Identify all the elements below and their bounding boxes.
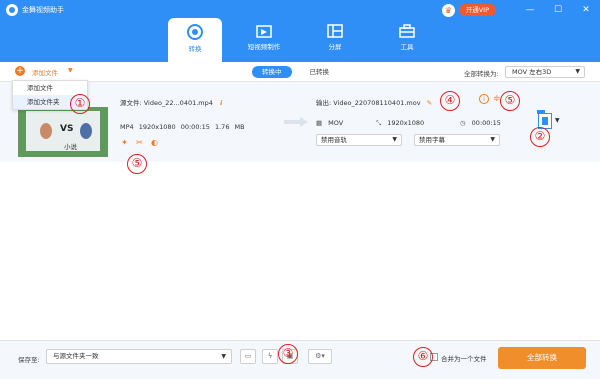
convert-icon bbox=[187, 24, 203, 40]
edit-icon[interactable]: ✎ bbox=[427, 99, 432, 107]
subtitle-value: 禁用字幕 bbox=[419, 136, 445, 144]
thumbnail-text: VS bbox=[60, 124, 74, 134]
app-logo bbox=[6, 4, 18, 16]
output-format-meta: ▦ MOV bbox=[316, 119, 343, 127]
tab-converting[interactable]: 转换中 bbox=[252, 66, 292, 78]
chevron-down-icon: ▼ bbox=[575, 68, 580, 75]
output-info-icon[interactable]: i bbox=[479, 94, 489, 104]
output-format: MOV bbox=[328, 119, 344, 127]
merge-label: 合并为一个文件 bbox=[441, 355, 487, 363]
add-file-icon[interactable]: + bbox=[15, 66, 25, 76]
title-bar: 金舞视频助手 ♛ 开通VIP — ☐ ✕ 转换 短视频制作 分屏 工具 bbox=[0, 0, 600, 62]
tab-label: 分屏 bbox=[328, 43, 342, 51]
annotation-marker: ④ bbox=[440, 91, 460, 111]
source-label: 源文件: Video_22...0401.mp4 bbox=[120, 99, 213, 107]
output-file-name: 输出: Video_220708110401.mov ✎ bbox=[316, 97, 432, 107]
output-resolution-meta: ⤡ 1920x1080 bbox=[376, 119, 424, 128]
tab-label: 工具 bbox=[400, 43, 414, 51]
figure-left-icon bbox=[40, 123, 52, 139]
chevron-down-icon[interactable]: ▼ bbox=[68, 67, 73, 74]
output-duration: 00:00:15 bbox=[471, 119, 501, 127]
video-clip-icon bbox=[256, 25, 272, 38]
crown-icon[interactable]: ♛ bbox=[441, 3, 455, 17]
folder-icon[interactable]: ▭ bbox=[240, 349, 256, 364]
maximize-button[interactable]: ☐ bbox=[544, 2, 572, 18]
video-thumbnail[interactable]: VS 小说 bbox=[18, 107, 108, 157]
output-label: 输出: Video_220708110401.mov bbox=[316, 99, 421, 107]
thumbnail-subtext: 小说 bbox=[64, 143, 77, 151]
tab-convert[interactable]: 转换 bbox=[168, 18, 222, 62]
effects-icon[interactable]: ✦ bbox=[120, 138, 129, 147]
output-format-select[interactable]: MOV 左右3D ▼ bbox=[505, 66, 585, 78]
annotation-marker: ⑥ bbox=[413, 347, 433, 367]
tab-short-video[interactable]: 短视频制作 bbox=[232, 18, 296, 62]
film-icon: ▦ bbox=[316, 119, 323, 127]
status-segment: 转换中 已转换 bbox=[252, 66, 339, 78]
tab-split-screen[interactable]: 分屏 bbox=[300, 18, 370, 62]
chevron-down-icon: ▼ bbox=[490, 136, 495, 143]
annotation-marker: ① bbox=[70, 94, 90, 114]
subtitle-select[interactable]: 禁用字幕 ▼ bbox=[414, 134, 500, 146]
clock-icon: ◷ bbox=[460, 119, 466, 127]
chevron-down-icon: ▼ bbox=[221, 353, 226, 360]
bottom-bar: 保存至: 与源文件夹一致 ▼ ▭ ϟ ▣ ⚙▾ 合并为一个文件 全部转换 bbox=[0, 340, 600, 379]
annotation-marker: ⑤ bbox=[500, 91, 520, 111]
app-title: 金舞视频助手 bbox=[22, 6, 64, 14]
annotation-marker: ⑤ bbox=[127, 154, 147, 174]
scissors-icon[interactable]: ✂ bbox=[135, 138, 144, 147]
annotation-marker: ③ bbox=[278, 344, 298, 364]
source-meta: MP4 1920x1080 00:00:15 1.76 MB bbox=[120, 123, 245, 131]
edit-tools: ✦ ✂ ◐ bbox=[120, 138, 159, 147]
figure-right-icon bbox=[80, 123, 92, 139]
add-file-button[interactable]: 添加文件 bbox=[32, 67, 58, 77]
palette-icon[interactable]: ◐ bbox=[150, 138, 159, 147]
thumbnail-screen: VS 小说 bbox=[26, 111, 100, 151]
save-to-select[interactable]: 与源文件夹一致 ▼ bbox=[46, 349, 232, 364]
source-file-name: 源文件: Video_22...0401.mp4 i bbox=[120, 97, 222, 107]
menu-item-add-file[interactable]: 添加文件 bbox=[13, 81, 87, 95]
convert-all-to-label: 全部转换为: bbox=[464, 70, 499, 78]
save-to-value: 与源文件夹一致 bbox=[53, 352, 99, 360]
resolution-icon: ⤡ bbox=[376, 119, 382, 127]
tab-tools[interactable]: 工具 bbox=[372, 18, 442, 62]
chevron-down-icon: ▼ bbox=[392, 136, 397, 143]
split-screen-icon bbox=[327, 24, 343, 38]
vip-button[interactable]: 开通VIP bbox=[458, 4, 496, 16]
tab-label: 转换 bbox=[188, 45, 202, 53]
chevron-down-icon[interactable]: ▼ bbox=[555, 117, 560, 124]
audio-track-value: 禁用音轨 bbox=[321, 136, 347, 144]
gpu-off-icon[interactable]: ϟ bbox=[262, 349, 278, 364]
save-to-label: 保存至: bbox=[18, 356, 40, 364]
audio-track-select[interactable]: 禁用音轨 ▼ bbox=[316, 134, 402, 146]
toolbox-icon bbox=[399, 24, 415, 38]
arrow-right-icon bbox=[284, 117, 308, 127]
info-icon[interactable]: i bbox=[220, 99, 222, 107]
tab-converted[interactable]: 已转换 bbox=[300, 66, 340, 78]
output-resolution: 1920x1080 bbox=[387, 119, 425, 127]
format-value: MOV 左右3D bbox=[512, 68, 552, 76]
toolbar: + 添加文件 ▼ 转换中 已转换 全部转换为: MOV 左右3D ▼ bbox=[0, 62, 600, 82]
minimize-button[interactable]: — bbox=[516, 2, 544, 18]
window-controls: ♛ 开通VIP — ☐ ✕ bbox=[441, 2, 600, 18]
settings-gear-icon[interactable]: ⚙▾ bbox=[308, 349, 332, 364]
annotation-marker: ② bbox=[530, 127, 550, 147]
convert-all-button[interactable]: 全部转换 bbox=[498, 347, 586, 369]
tab-label: 短视频制作 bbox=[247, 43, 281, 51]
close-button[interactable]: ✕ bbox=[572, 2, 600, 18]
output-duration-meta: ◷ 00:00:15 bbox=[460, 119, 501, 127]
